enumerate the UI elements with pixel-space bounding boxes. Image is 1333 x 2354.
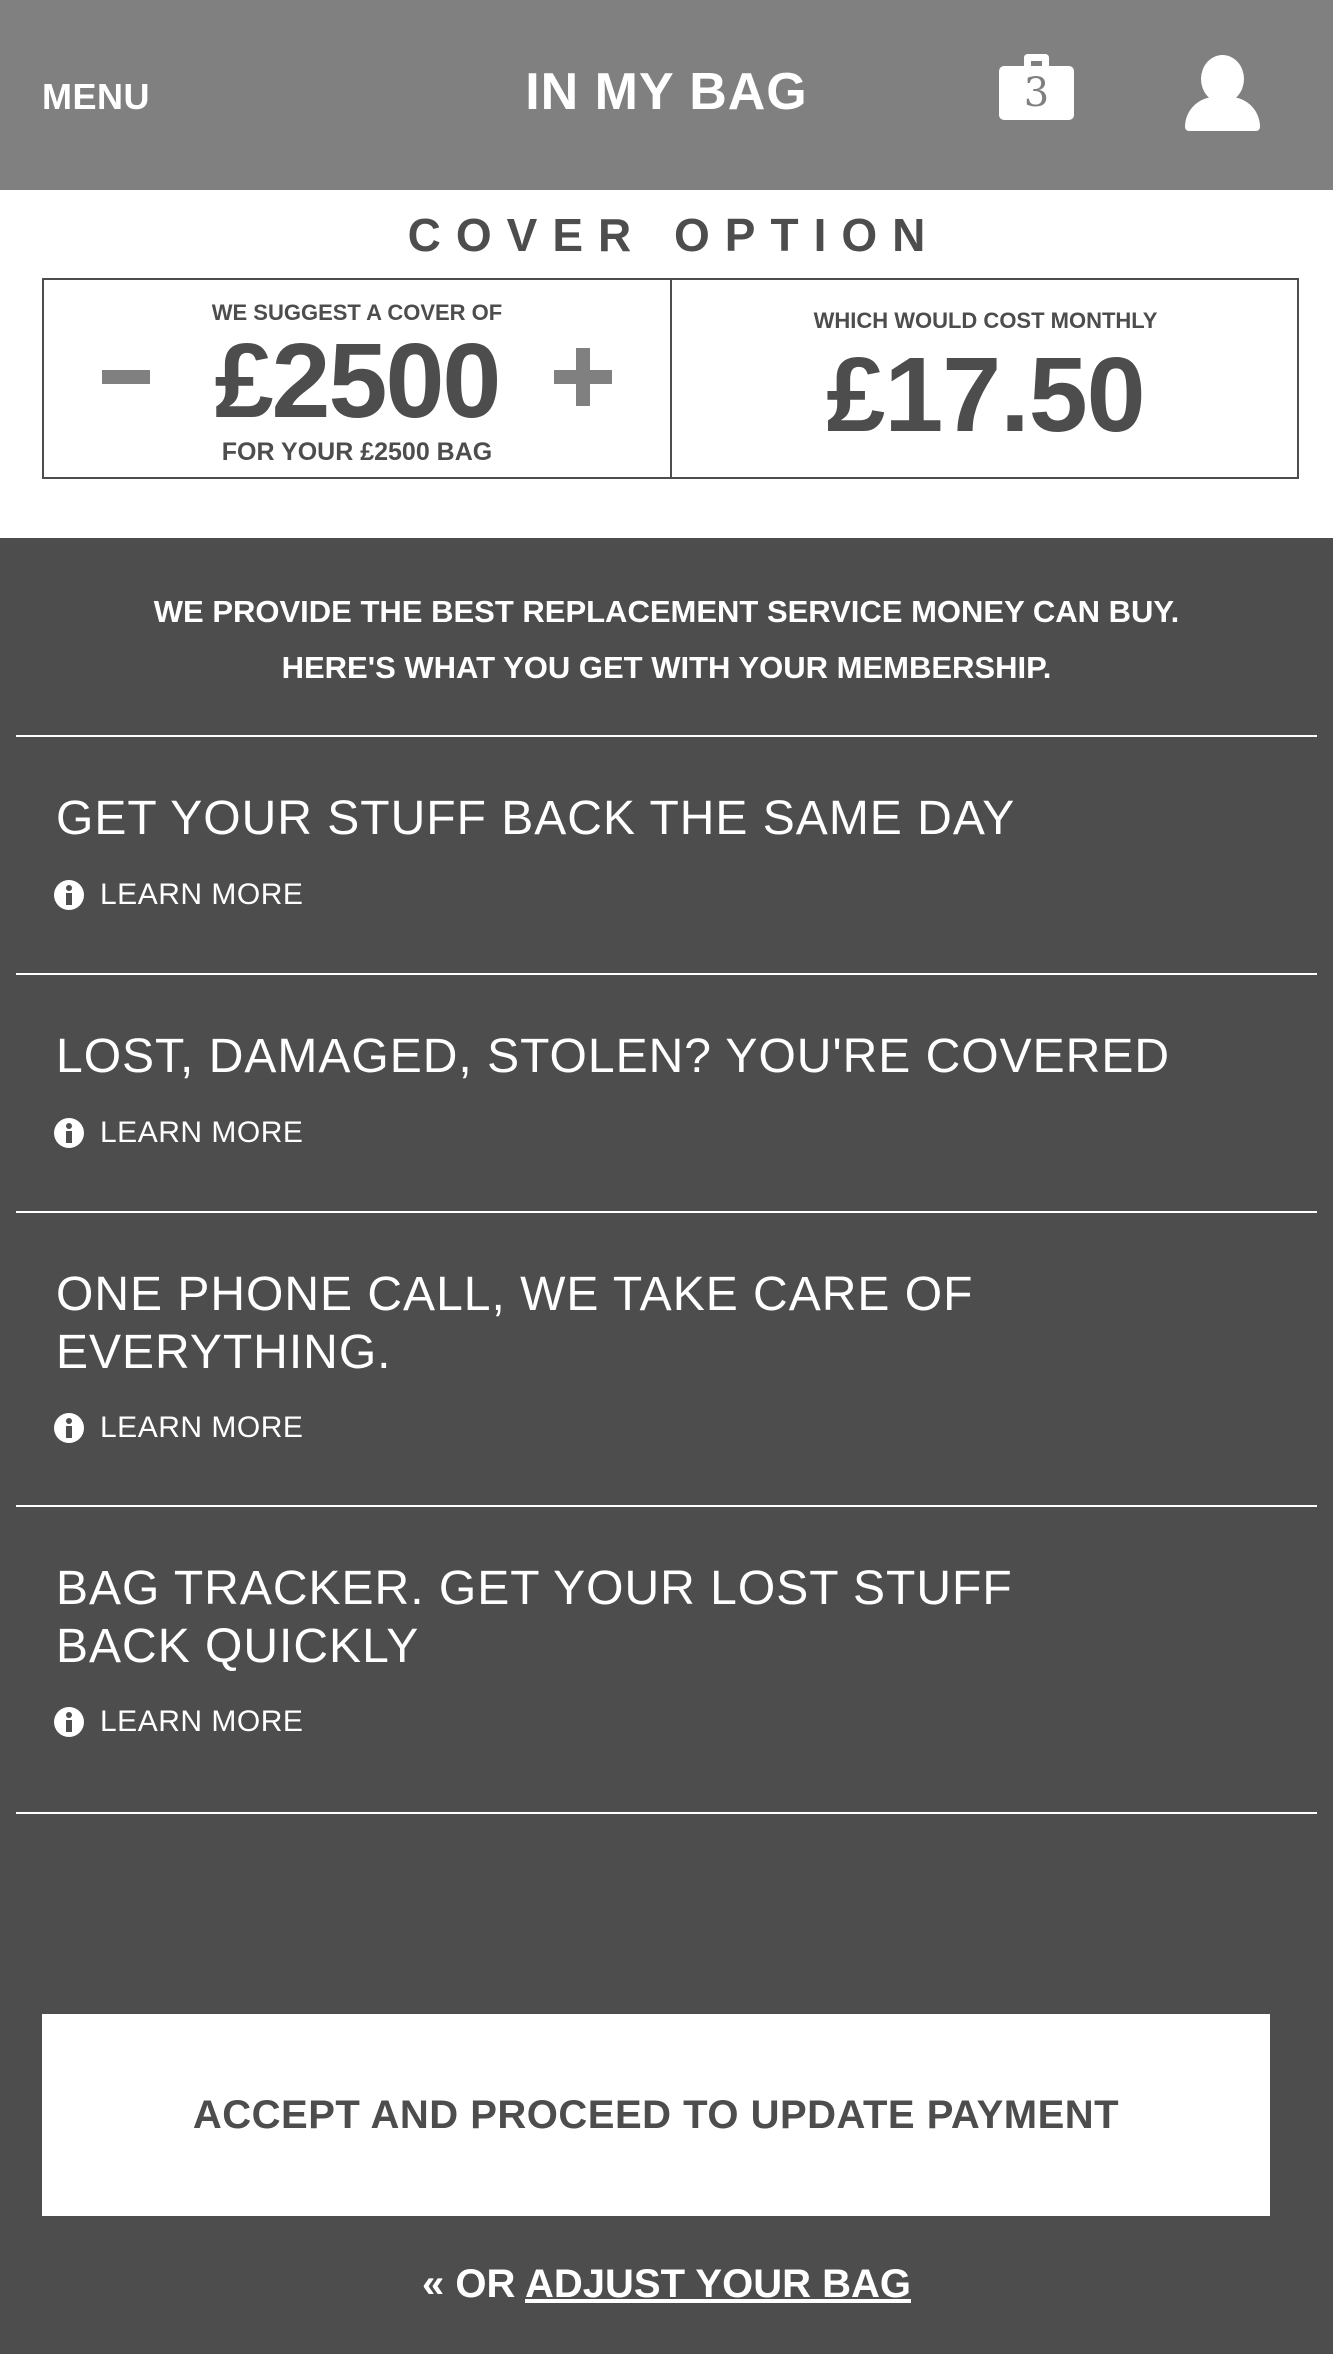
decrease-cover-button[interactable] [102,370,150,384]
intro-line-1: WE PROVIDE THE BEST REPLACEMENT SERVICE … [153,594,1180,629]
learn-more-label: LEARN MORE [100,1705,304,1738]
learn-more-label: LEARN MORE [100,1411,304,1444]
user-icon-body [1185,97,1260,131]
cover-option-panel: COVER OPTION WE SUGGEST A COVER OF £2500… [0,190,1333,538]
divider [16,1505,1317,1507]
user-icon [1201,55,1244,103]
info-icon [54,1707,84,1737]
adjust-bag-row: « OR ADJUST YOUR BAG [0,2262,1333,2307]
divider [16,1211,1317,1213]
bag-value-label: FOR YOUR £2500 BAG [221,438,493,466]
learn-more-label: LEARN MORE [100,1116,304,1149]
divider [16,973,1317,975]
benefit-title: GET YOUR STUFF BACK THE SAME DAY [56,792,1016,845]
membership-intro: WE PROVIDE THE BEST REPLACEMENT SERVICE … [0,584,1333,696]
info-icon [54,1413,84,1443]
intro-line-2: HERE'S WHAT YOU GET WITH YOUR MEMBERSHIP… [281,650,1052,685]
divider [16,735,1317,737]
monthly-cost-value: £17.50 [826,336,1145,454]
info-icon [54,880,84,910]
adjust-prefix: « OR [422,2262,525,2306]
divider [16,1812,1317,1814]
cover-option-title: COVER OPTION [407,209,941,261]
benefit-title: BAG TRACKER. GET YOUR LOST STUFF BACK QU… [56,1562,1013,1673]
page-title: IN MY BAG [525,63,808,121]
learn-more-label: LEARN MORE [100,878,304,911]
user-account-button[interactable] [1185,55,1260,131]
top-header: MENU IN MY BAG 3 [0,0,1333,190]
cover-option-box: WE SUGGEST A COVER OF £2500 FOR YOUR £25… [42,278,1299,479]
monthly-cost-label: WHICH WOULD COST MONTHLY [813,308,1158,333]
adjust-your-bag-link[interactable]: ADJUST YOUR BAG [525,2262,911,2306]
cover-amount-value: £2500 [214,322,502,440]
info-icon [54,1118,84,1148]
bag-count-badge: 3 [1023,70,1050,116]
accept-proceed-button[interactable]: ACCEPT AND PROCEED TO UPDATE PAYMENT [42,2014,1270,2216]
bag-button[interactable]: 3 [999,54,1074,120]
plus-icon-vertical [576,348,590,406]
benefit-title: ONE PHONE CALL, WE TAKE CARE OF EVERYTHI… [56,1268,974,1379]
benefit-title: LOST, DAMAGED, STOLEN? YOU'RE COVERED [56,1030,1170,1083]
increase-cover-button[interactable] [554,348,612,406]
